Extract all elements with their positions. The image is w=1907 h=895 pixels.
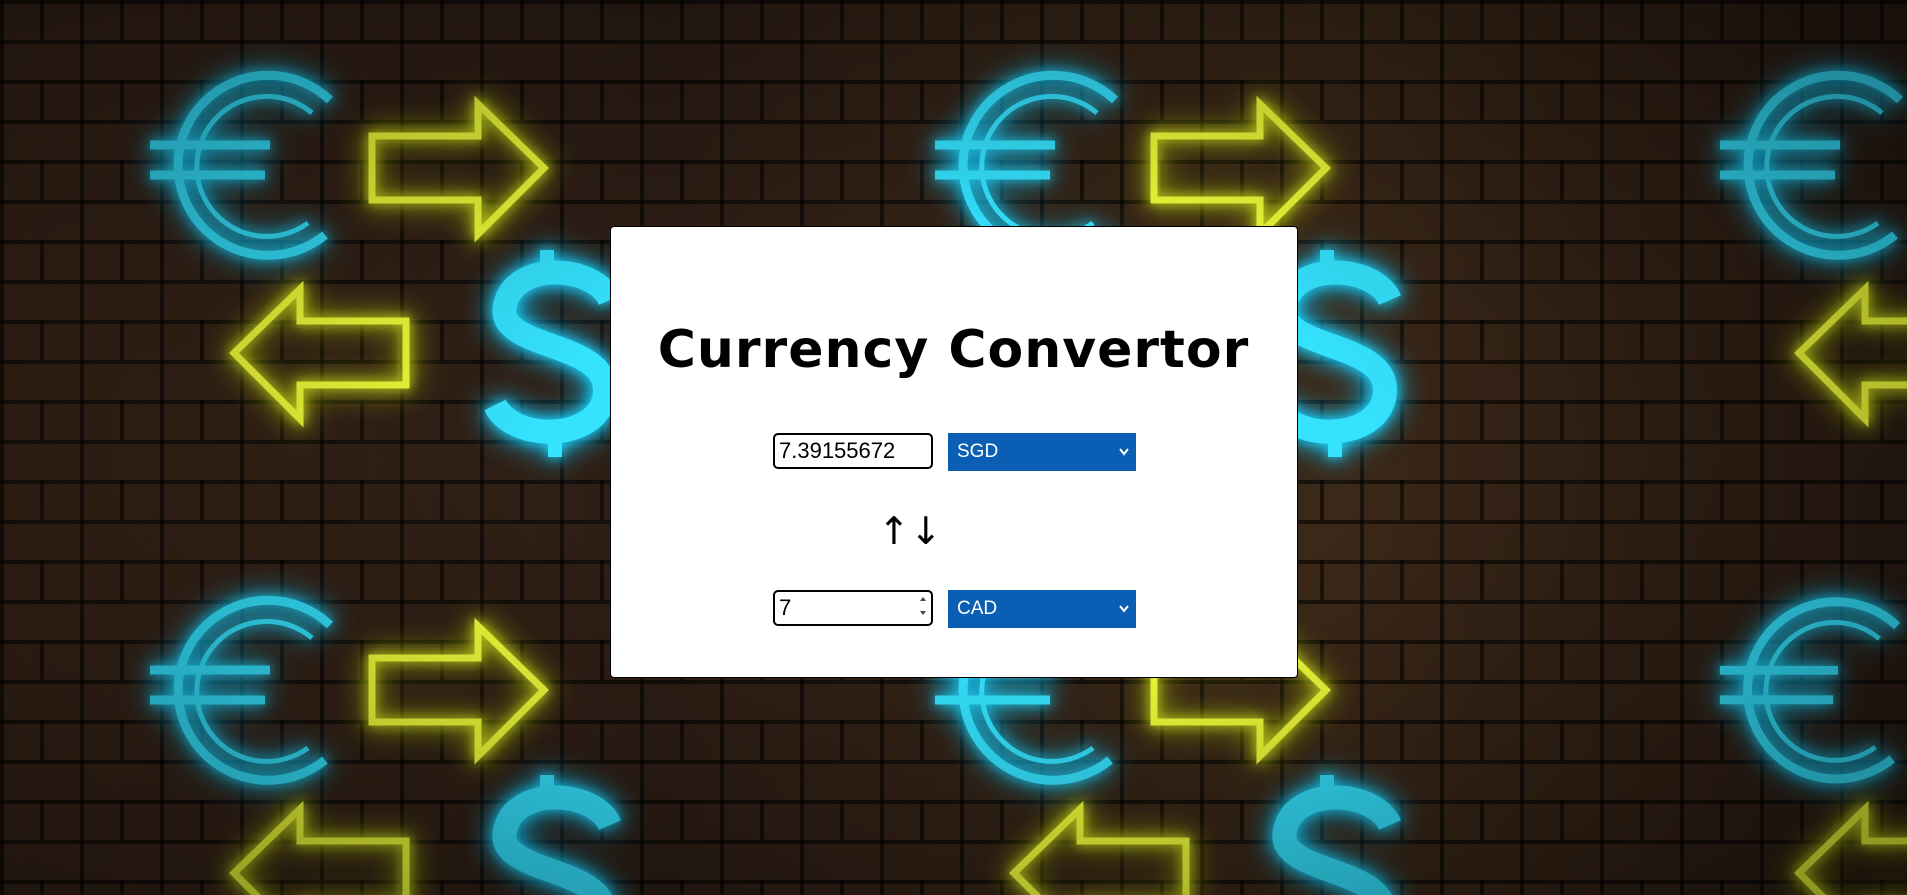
arrow-right-neon-icon	[1150, 95, 1331, 243]
arrow-left-neon-icon	[1794, 800, 1907, 895]
euro-neon-icon	[150, 70, 334, 260]
arrow-right-neon-icon	[368, 95, 549, 243]
chevron-down-icon	[1118, 433, 1130, 485]
from-amount-input[interactable]	[773, 433, 933, 469]
to-amount-wrapper	[773, 590, 933, 626]
swap-arrows-icon[interactable]: ↑↓	[878, 505, 942, 557]
chevron-down-icon	[1118, 590, 1130, 642]
from-currency-value: SGD	[957, 441, 999, 462]
arrow-left-neon-icon	[229, 800, 410, 895]
page-title: Currency Convertor	[657, 320, 1250, 380]
to-currency-value: CAD	[957, 598, 998, 619]
euro-neon-icon	[1719, 597, 1901, 784]
brick-pattern	[0, 0, 1907, 40]
to-amount-input[interactable]	[773, 590, 933, 626]
number-stepper[interactable]	[917, 594, 929, 618]
stepper-up-icon[interactable]	[918, 594, 928, 604]
euro-neon-icon	[1720, 70, 1904, 260]
to-currency-select[interactable]: CAD	[948, 590, 1136, 628]
arrow-right-neon-icon	[368, 617, 549, 765]
euro-neon-icon	[150, 595, 334, 785]
arrow-left-neon-icon	[1009, 800, 1190, 895]
stepper-down-icon[interactable]	[918, 608, 928, 618]
dollar-neon-icon	[492, 775, 622, 895]
from-currency-select[interactable]: SGD	[948, 433, 1136, 471]
dollar-neon-icon	[1272, 775, 1402, 895]
